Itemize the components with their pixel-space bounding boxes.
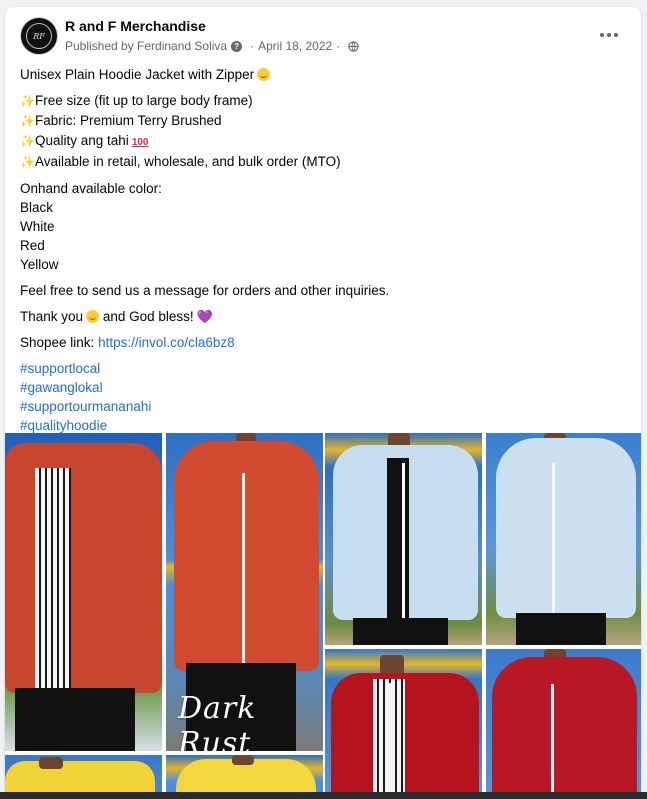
- more-options-button[interactable]: [593, 21, 625, 49]
- post-header: RF R and F Merchandise Published by Ferd…: [5, 7, 641, 63]
- feature-text: Quality ang tahi: [35, 133, 129, 148]
- smile-emoji-icon: [257, 68, 271, 81]
- more-dot: [614, 33, 618, 37]
- meta-separator: ·: [250, 39, 255, 53]
- post-card: RF R and F Merchandise Published by Ferd…: [5, 7, 641, 799]
- feature-item: ✨Free size (fit up to large body frame): [20, 91, 630, 111]
- shopee-line: Shopee link: https://invol.co/cla6bz8: [20, 333, 630, 352]
- feature-item: ✨Fabric: Premium Terry Brushed: [20, 111, 630, 131]
- feature-item: ✨Quality ang tahi 100: [20, 131, 630, 152]
- color-item: Red: [20, 238, 45, 253]
- post-meta: Published by Ferdinand Soliva ? · April …: [65, 39, 359, 53]
- photo-blue-1[interactable]: [325, 433, 482, 645]
- more-dot: [607, 33, 611, 37]
- photo-caption: Dark Rust: [178, 691, 257, 751]
- feature-text: Available in retail, wholesale, and bulk…: [35, 154, 341, 169]
- photo-red-1[interactable]: [325, 649, 482, 799]
- bottom-edge: [0, 792, 647, 799]
- globe-icon[interactable]: [348, 40, 359, 52]
- shopee-link[interactable]: https://invol.co/cla6bz8: [98, 335, 235, 350]
- post-title: Unisex Plain Hoodie Jacket with Zipper: [20, 67, 255, 82]
- sparkle-icon: ✨: [20, 134, 35, 148]
- shopee-label: Shopee link:: [20, 335, 95, 350]
- avatar-logo: RF: [26, 23, 52, 49]
- photo-rust-1[interactable]: [5, 433, 162, 751]
- hashtag-link[interactable]: #gawanglokal: [20, 378, 630, 397]
- photo-rust-2[interactable]: Dark Rust: [166, 433, 323, 751]
- photo-grid: Dark Rust: [5, 433, 641, 799]
- hashtag-link[interactable]: #supportourmananahi: [20, 397, 630, 416]
- thanks-text-2: and God bless!: [102, 309, 194, 324]
- published-by[interactable]: Published by Ferdinand Soliva: [65, 39, 227, 53]
- post-title-line: Unisex Plain Hoodie Jacket with Zipper: [20, 65, 630, 84]
- feature-text: Fabric: Premium Terry Brushed: [35, 113, 222, 128]
- purple-heart-icon: 💜: [196, 309, 213, 324]
- more-dot: [600, 33, 604, 37]
- color-item: Black: [20, 200, 54, 215]
- post-body: Unisex Plain Hoodie Jacket with Zipper ✨…: [20, 65, 630, 442]
- hashtag-list: #supportlocal #gawanglokal #supportourma…: [20, 359, 630, 435]
- page-name-link[interactable]: R and F Merchandise: [65, 18, 206, 34]
- feature-list: ✨Free size (fit up to large body frame) …: [20, 91, 630, 172]
- message-line: Feel free to send us a message for order…: [20, 283, 390, 298]
- info-icon[interactable]: ?: [231, 40, 243, 52]
- color-item: Yellow: [20, 257, 59, 272]
- feature-text: Free size (fit up to large body frame): [35, 93, 253, 108]
- sparkle-icon: ✨: [20, 155, 35, 169]
- post-date[interactable]: April 18, 2022: [258, 39, 332, 53]
- hundred-emoji-icon: 100: [131, 137, 149, 148]
- photo-blue-2[interactable]: [486, 433, 641, 645]
- sparkle-icon: ✨: [20, 114, 35, 128]
- thanks-line: Thank you and God bless! 💜: [20, 307, 630, 326]
- sparkle-icon: ✨: [20, 94, 35, 108]
- photo-red-2[interactable]: [486, 649, 641, 799]
- smile-emoji-icon: [86, 310, 100, 323]
- thanks-text: Thank you: [20, 309, 84, 324]
- colors-header: Onhand available color:: [20, 181, 162, 196]
- color-list: Onhand available color: Black White Red …: [20, 179, 630, 274]
- hashtag-link[interactable]: #supportlocal: [20, 359, 630, 378]
- page-avatar[interactable]: RF: [20, 17, 58, 55]
- meta-separator-2: ·: [336, 39, 341, 53]
- color-item: White: [20, 219, 55, 234]
- feature-item: ✨Available in retail, wholesale, and bul…: [20, 152, 630, 172]
